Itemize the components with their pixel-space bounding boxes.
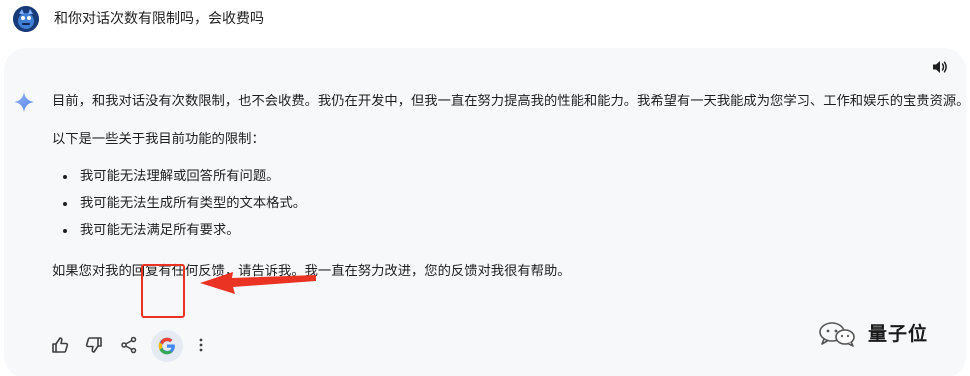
list-item: 我可能无法理解或回答所有问题。 xyxy=(52,168,306,186)
response-paragraph: 以下是一些关于我目前功能的限制： xyxy=(52,132,265,147)
red-arrow xyxy=(200,272,316,294)
google-check-button[interactable] xyxy=(151,330,183,362)
sparkle-icon xyxy=(14,92,34,112)
list-item-text: 我可能无法生成所有类型的文本格式。 xyxy=(80,196,307,211)
user-query-row: 和你对话次数有限制吗，会收费吗 xyxy=(0,0,970,44)
user-avatar xyxy=(13,6,39,32)
more-vertical-icon[interactable] xyxy=(192,336,210,354)
watermark-text: 量子位 xyxy=(868,323,929,345)
highlight-box xyxy=(141,264,185,318)
thumbs-up-icon[interactable] xyxy=(51,336,69,354)
bullet-dot xyxy=(63,202,67,206)
wechat-icon xyxy=(819,322,855,347)
list-item-text: 我可能无法满足所有要求。 xyxy=(80,223,240,238)
response-actions xyxy=(4,322,264,366)
list-item-text: 我可能无法理解或回答所有问题。 xyxy=(80,169,280,184)
response-paragraph: 目前，和我对话没有次数限制，也不会收费。我仍在开发中，但我一直在努力提高我的性能… xyxy=(52,94,970,109)
list-item: 我可能无法生成所有类型的文本格式。 xyxy=(52,195,306,213)
thumbs-down-icon[interactable] xyxy=(85,336,103,354)
google-icon xyxy=(158,337,175,355)
page: 和你对话次数有限制吗，会收费吗 目前，和我对话没有次数限制，也不会收费。我仍在开… xyxy=(0,0,970,376)
bullet-dot xyxy=(63,229,67,233)
bullet-dot xyxy=(63,175,67,179)
speaker-icon[interactable] xyxy=(932,59,948,75)
share-icon[interactable] xyxy=(120,336,138,354)
limitations-list: 我可能无法理解或回答所有问题。 我可能无法生成所有类型的文本格式。 我可能无法满… xyxy=(52,168,306,249)
user-query-text: 和你对话次数有限制吗，会收费吗 xyxy=(54,11,264,27)
list-item: 我可能无法满足所有要求。 xyxy=(52,222,306,240)
